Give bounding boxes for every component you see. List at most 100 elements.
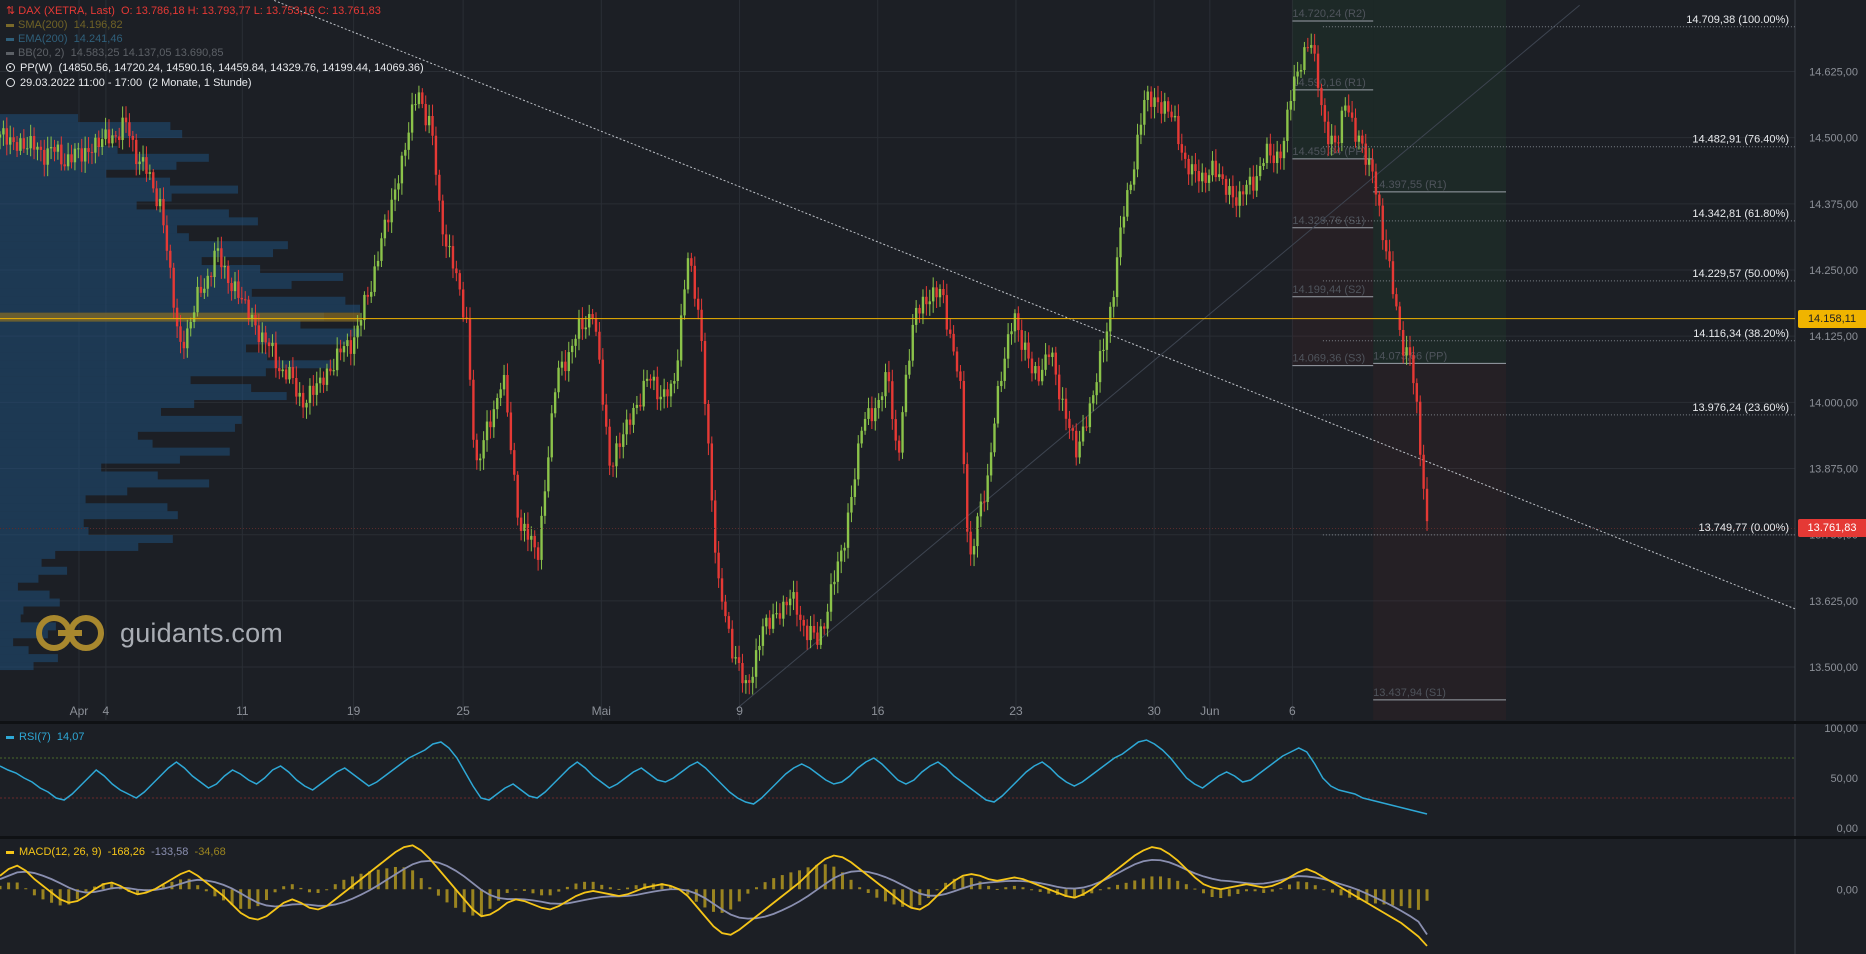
price-tick-label: 14.000,00	[1809, 397, 1858, 409]
candle-body	[696, 298, 700, 310]
candle-body	[703, 341, 707, 404]
candle-body	[1347, 105, 1350, 113]
candle-body	[1058, 374, 1061, 400]
candle-body	[714, 500, 717, 553]
candle-body	[485, 421, 489, 441]
candle-body	[823, 626, 826, 629]
candle-body	[145, 157, 148, 174]
volume-profile-bar	[0, 209, 229, 218]
candle-body	[70, 154, 73, 163]
candle-body	[104, 129, 107, 140]
candle-body	[1149, 91, 1153, 107]
legend-ema[interactable]: EMA(200) 14.241,46	[6, 32, 123, 46]
candle-body	[1262, 163, 1265, 167]
macd-histogram-bar	[333, 884, 337, 890]
volume-profile-bar	[0, 185, 239, 194]
macd-histogram-bar	[909, 889, 913, 908]
candle-body	[1010, 331, 1013, 335]
macd-histogram-bar	[393, 866, 397, 890]
volume-profile-bar	[0, 431, 138, 440]
candle-body	[976, 516, 979, 547]
volume-profile-bar	[0, 423, 235, 432]
candle-body	[1126, 190, 1129, 217]
candle-body	[509, 412, 513, 451]
candle-body	[1119, 227, 1122, 258]
fibonacci-label: 13.976,24 (23.60%)	[1692, 402, 1789, 414]
macd-histogram-bar	[514, 889, 518, 891]
sma-value: 14.196,82	[73, 19, 123, 31]
candle-body	[186, 328, 189, 349]
macd-histogram-bar	[282, 886, 286, 890]
price-tick-label: 13.500,00	[1809, 662, 1858, 674]
candle-body	[1207, 175, 1211, 183]
bb-label: BB(20, 2)	[18, 47, 65, 59]
candle-body	[707, 403, 710, 444]
candle-body	[993, 423, 996, 453]
volume-profile-bar	[0, 233, 189, 242]
candle-body	[938, 288, 942, 298]
candle-body	[1235, 197, 1238, 206]
volume-profile-bar	[0, 463, 102, 472]
candle-body	[795, 592, 799, 615]
candle-body	[553, 392, 557, 414]
candle-body	[734, 657, 737, 659]
candle-body	[775, 613, 778, 615]
legend-sma[interactable]: SMA(200) 14.196,82	[6, 18, 123, 32]
rsi-legend[interactable]: RSI(7) 14,07	[6, 731, 84, 743]
pivot-label-prev: 14.199,44 (S2)	[1292, 284, 1365, 296]
candle-body	[376, 260, 380, 267]
macd-histogram-bar	[1098, 889, 1102, 891]
candle-body	[1122, 216, 1126, 228]
candle-body	[424, 103, 427, 126]
candle-body	[1272, 155, 1275, 164]
candle-body	[536, 547, 540, 560]
candle-body	[543, 491, 547, 516]
instrument-icon: ⇅	[6, 5, 19, 17]
volume-profile-bar	[0, 511, 178, 520]
candle-body	[5, 128, 9, 145]
candle-body	[182, 341, 186, 349]
pivot-label-prev: 14.069,36 (S3)	[1292, 353, 1365, 365]
legend-bb[interactable]: BB(20, 2) 14.583,25 14.137,05 13.690,85	[6, 46, 224, 60]
candle-body	[547, 457, 550, 492]
candle-body	[366, 294, 370, 297]
candle-body	[639, 404, 642, 407]
candle-body	[281, 369, 284, 372]
macd-legend[interactable]: MACD(12, 26, 9) -168,26 -133,58 -34,68	[6, 846, 226, 858]
sma-label: SMA(200)	[18, 19, 68, 31]
candle-body	[438, 174, 441, 201]
candle-body	[1388, 251, 1391, 262]
legend-pivot[interactable]: PP(W) (14850.56, 14720.24, 14590.16, 144…	[6, 61, 424, 75]
candle-body	[724, 601, 727, 617]
candle-body	[77, 148, 80, 150]
candle-body	[1078, 441, 1081, 458]
price-tick-label: 13.625,00	[1809, 596, 1858, 608]
candle-body	[114, 135, 117, 137]
candle-body	[209, 275, 213, 278]
candle-body	[812, 625, 816, 633]
candle-body	[911, 324, 914, 361]
candle-body	[482, 440, 485, 459]
macd-histogram-bar	[1305, 882, 1309, 890]
time-tick-label: Jun	[1200, 704, 1219, 718]
time-tick-label: 16	[871, 704, 885, 718]
candle-body	[717, 552, 720, 579]
candle-body	[1044, 354, 1047, 370]
candle-body	[1303, 47, 1306, 71]
candle-body	[748, 680, 751, 683]
instrument-legend[interactable]: ⇅ DAX (XETRA, Last) O: 13.786,18 H: 13.7…	[6, 4, 381, 18]
candle-body	[1132, 169, 1136, 185]
price-tick-label: 13.875,00	[1809, 464, 1858, 476]
candle-body	[196, 286, 199, 313]
candle-body	[1337, 142, 1340, 144]
candle-body	[499, 389, 502, 398]
candle-body	[526, 523, 530, 540]
legend-range[interactable]: 29.03.2022 11:00 - 17:00 (2 Monate, 1 St…	[6, 76, 252, 90]
candle-body	[475, 439, 479, 461]
volume-profile-bar	[0, 638, 14, 647]
candle-body	[887, 372, 891, 382]
macd-histogram-bar	[875, 889, 879, 898]
candle-body	[1040, 369, 1044, 382]
macd-histogram-bar	[1244, 889, 1248, 892]
candle-body	[904, 374, 908, 413]
